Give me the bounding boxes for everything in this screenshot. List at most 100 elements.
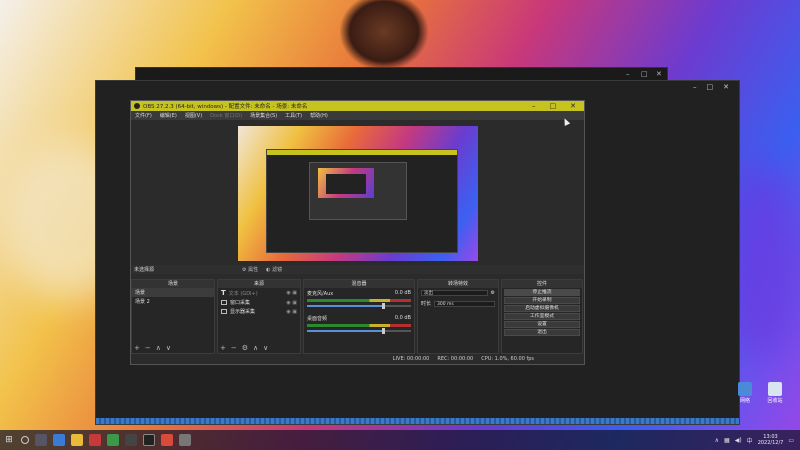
add-source-button[interactable]: + <box>220 344 226 352</box>
capture-window-bottom-bar <box>96 418 739 424</box>
menu-edit[interactable]: 编辑(E) <box>160 112 177 119</box>
duration-label: 时长 <box>421 301 432 307</box>
minimize-button[interactable]: – <box>626 70 630 78</box>
scene-item[interactable]: 场景 <box>132 288 214 297</box>
menu-help[interactable]: 帮助(H) <box>310 112 328 119</box>
controls-panel: 控件 停止推流 开始录制 启动虚拟摄像机 工作室模式 设置 退出 <box>501 279 583 354</box>
obs-logo-icon <box>134 103 140 109</box>
obs-statusbar: LIVE: 00:00:00 REC: 00:00:00 CPU: 1.0%, … <box>131 354 584 364</box>
ime-icon[interactable]: 中 <box>747 436 753 445</box>
menu-docks[interactable]: Dock 窗口(D) <box>210 112 242 119</box>
exit-button[interactable]: 退出 <box>504 329 580 336</box>
taskbar: ⊞ ∧ ▦ ◀) 中 13:03 2022/12/7 ▭ <box>0 430 800 450</box>
menu-tools[interactable]: 工具(T) <box>285 112 302 119</box>
source-item[interactable]: T 文本 (GDI+) ◉ ▣ <box>218 288 300 298</box>
properties-button[interactable]: ⚙ 属性 <box>242 266 258 273</box>
filters-button[interactable]: ◐ 滤镜 <box>266 266 282 273</box>
chevron-up-icon[interactable]: ∧ <box>715 437 719 444</box>
menu-file[interactable]: 文件(F) <box>135 112 152 119</box>
network-icon <box>738 382 752 396</box>
volume-icon[interactable]: ◀) <box>735 437 742 444</box>
desktop-icon-recycle-bin[interactable]: 回收站 <box>760 382 790 404</box>
mixer-channel: 麦克风/Aux 0.0 dB <box>304 288 414 309</box>
app-icon[interactable] <box>179 434 191 446</box>
visibility-lock-icons[interactable]: ◉ ▣ <box>286 290 297 296</box>
clock[interactable]: 13:03 2022/12/7 <box>758 434 784 446</box>
duration-input[interactable]: 300 ms <box>434 300 495 307</box>
maximize-button[interactable]: □ <box>641 70 648 78</box>
add-scene-button[interactable]: + <box>134 344 140 352</box>
gear-icon[interactable]: ⚙ <box>491 290 495 296</box>
move-up-button[interactable]: ∧ <box>156 344 161 352</box>
controls-header: 控件 <box>502 280 582 288</box>
obs-window: OBS 27.2.3 (64-bit, windows) - 配置文件: 未命名… <box>130 100 585 365</box>
minimize-button[interactable]: – <box>693 81 697 93</box>
stop-streaming-button[interactable]: 停止推流 <box>504 289 580 296</box>
close-button[interactable]: ✕ <box>723 81 729 93</box>
mixer-panel: 混音器 麦克风/Aux 0.0 dB 桌面音频 0.0 dB <box>303 279 415 354</box>
start-virtual-camera-button[interactable]: 启动虚拟摄像机 <box>504 305 580 312</box>
volume-meter <box>307 324 411 327</box>
close-button[interactable]: ✕ <box>656 70 662 78</box>
task-view-icon[interactable] <box>35 434 47 446</box>
mixer-header: 混音器 <box>304 280 414 288</box>
search-icon[interactable] <box>21 436 29 444</box>
scenes-panel: 场景 场景 场景 2 + − ∧ ∨ <box>131 279 215 354</box>
start-recording-button[interactable]: 开始录制 <box>504 297 580 304</box>
steam-icon[interactable] <box>125 434 137 446</box>
app-icon[interactable] <box>107 434 119 446</box>
source-settings-button[interactable]: ⚙ <box>242 344 248 352</box>
obs-titlebar: OBS 27.2.3 (64-bit, windows) - 配置文件: 未命名… <box>131 101 584 111</box>
move-down-button[interactable]: ∨ <box>166 344 171 352</box>
wallpaper-figure <box>340 0 428 70</box>
system-tray: ∧ ▦ ◀) 中 13:03 2022/12/7 ▭ <box>715 434 800 446</box>
app-icon[interactable] <box>161 434 173 446</box>
obs-title: OBS 27.2.3 (64-bit, windows) - 配置文件: 未命名… <box>143 104 308 110</box>
live-timer: LIVE: 00:00:00 <box>392 356 430 362</box>
desktop-icon-network[interactable]: 网络 <box>730 382 760 404</box>
cpu-fps: CPU: 1.0%, 60.00 fps <box>481 356 534 362</box>
monitor-icon <box>221 309 227 314</box>
remove-source-button[interactable]: − <box>231 344 237 352</box>
close-button[interactable]: ✕ <box>570 102 576 110</box>
transition-select[interactable]: 淡出 <box>421 290 488 296</box>
visibility-lock-icons[interactable]: ◉ ▣ <box>286 300 297 306</box>
text-icon: T <box>221 289 226 297</box>
folder-icon[interactable] <box>71 434 83 446</box>
maximize-button[interactable]: □ <box>707 81 714 93</box>
volume-slider[interactable] <box>307 328 411 334</box>
visibility-lock-icons[interactable]: ◉ ▣ <box>286 309 297 315</box>
volume-slider[interactable] <box>307 303 411 309</box>
obs-menubar: 文件(F) 编辑(E) 视图(V) Dock 窗口(D) 场景集合(S) 工具(… <box>131 111 584 120</box>
source-item[interactable]: 显示器采集 ◉ ▣ <box>218 307 300 316</box>
obs-icon[interactable] <box>143 434 155 446</box>
move-up-button[interactable]: ∧ <box>253 344 258 352</box>
no-source-label: 未选择源 <box>134 267 155 273</box>
mixer-channel: 桌面音频 0.0 dB <box>304 313 414 334</box>
network-tray-icon[interactable]: ▦ <box>724 437 730 444</box>
maximize-button[interactable]: □ <box>550 102 557 110</box>
remove-scene-button[interactable]: − <box>145 344 151 352</box>
app-icon[interactable] <box>89 434 101 446</box>
transitions-panel: 转场特效 淡出 ⚙ 时长 300 ms <box>417 279 499 354</box>
studio-mode-button[interactable]: 工作室模式 <box>504 313 580 320</box>
edge-icon[interactable] <box>53 434 65 446</box>
menu-view[interactable]: 视图(V) <box>185 112 202 119</box>
minimize-button[interactable]: – <box>532 102 536 110</box>
capture-window-titlebar: – □ ✕ <box>96 81 739 93</box>
window-icon <box>221 300 227 305</box>
preview-nested-obs <box>309 162 407 220</box>
source-item[interactable]: 窗口采集 ◉ ▣ <box>218 298 300 307</box>
scene-item[interactable]: 场景 2 <box>132 297 214 306</box>
move-down-button[interactable]: ∨ <box>263 344 268 352</box>
menu-scene-collection[interactable]: 场景集合(S) <box>250 112 277 119</box>
preview-nested-window <box>266 149 458 253</box>
notification-icon[interactable]: ▭ <box>788 437 794 444</box>
transitions-header: 转场特效 <box>418 280 498 288</box>
rec-timer: REC: 00:00:00 <box>437 356 474 362</box>
sources-panel: 来源 T 文本 (GDI+) ◉ ▣ 窗口采集 ◉ ▣ 显示器采集 ◉ ▣ + … <box>217 279 301 354</box>
start-button[interactable]: ⊞ <box>0 435 18 445</box>
settings-button[interactable]: 设置 <box>504 321 580 328</box>
preview-canvas[interactable] <box>238 126 478 261</box>
source-toolbar: 未选择源 ⚙ 属性 ◐ 滤镜 <box>131 265 584 274</box>
